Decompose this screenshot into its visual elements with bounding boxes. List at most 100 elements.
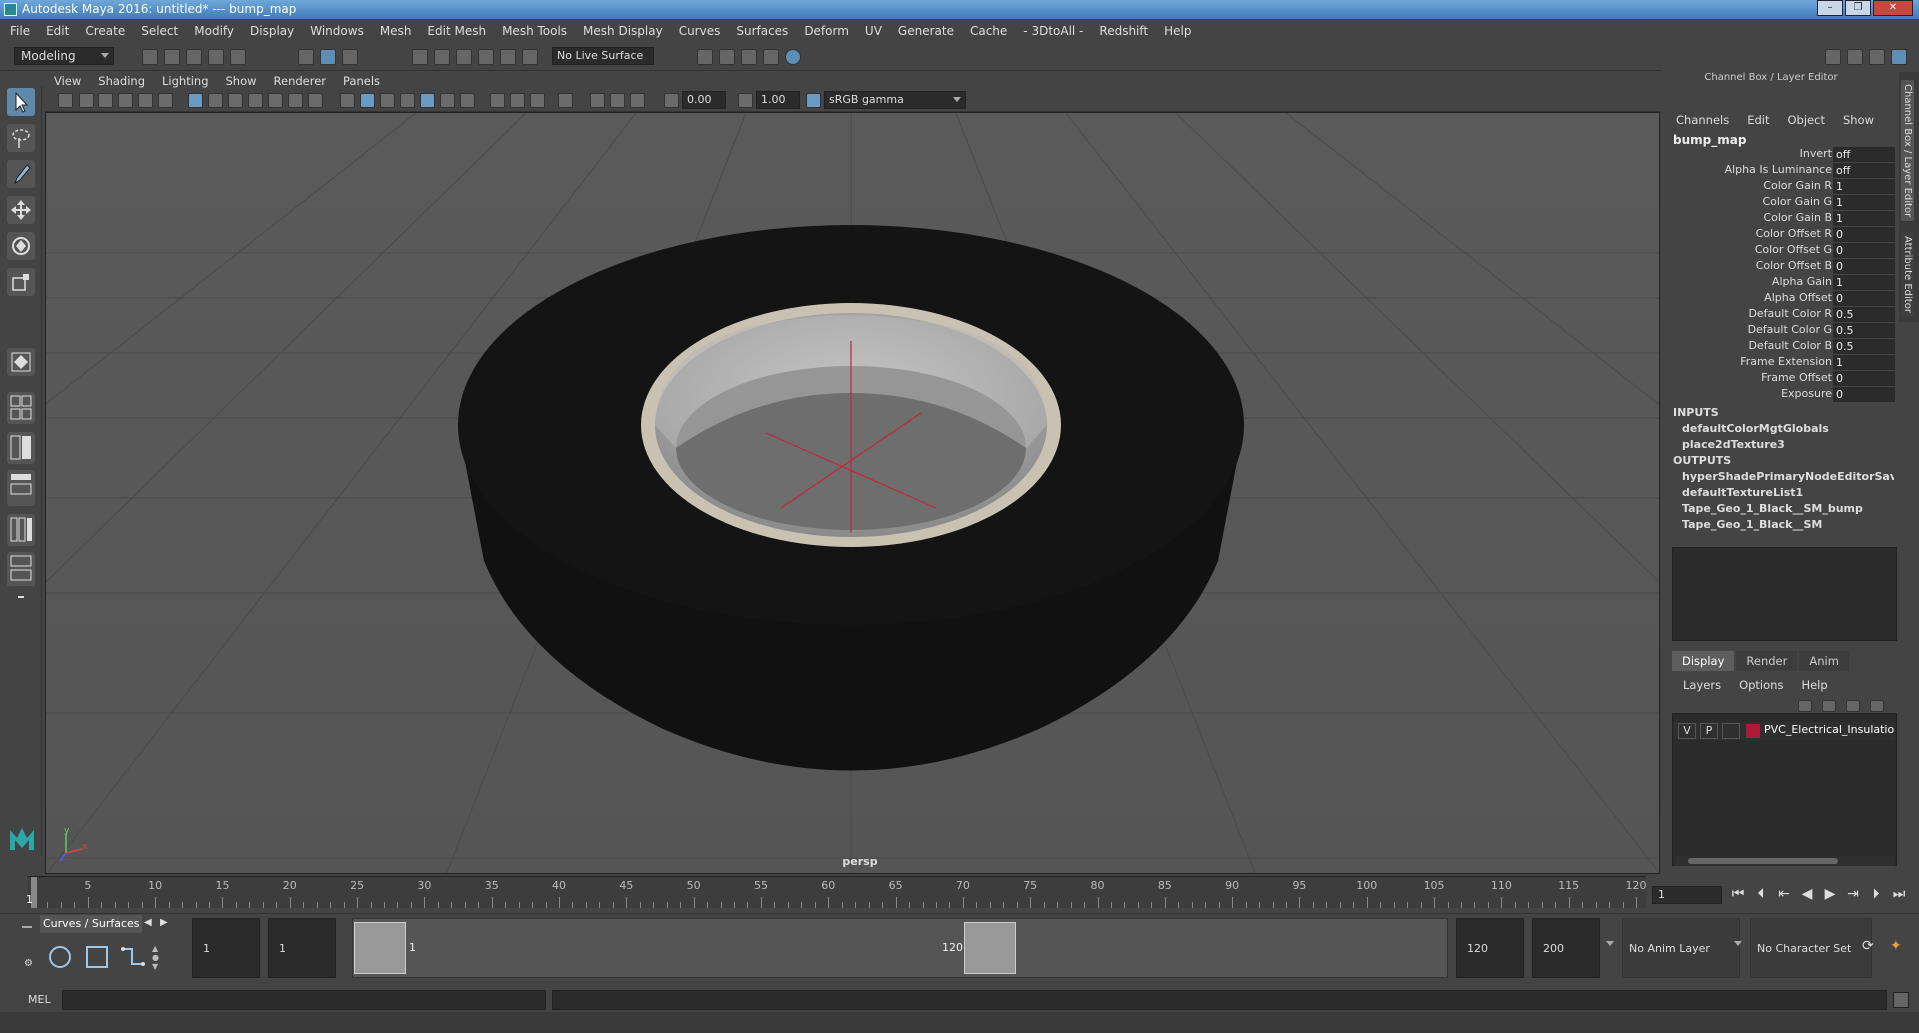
redo-icon[interactable] <box>230 49 246 65</box>
layout-three-view-icon[interactable] <box>7 514 35 546</box>
default-lighting-icon[interactable] <box>380 93 395 108</box>
cb-menu-channels[interactable]: Channels <box>1676 113 1729 127</box>
panel-menu-view[interactable]: View <box>54 74 81 88</box>
start-time-field[interactable]: 1 <box>192 918 260 978</box>
range-end-handle[interactable] <box>964 922 1016 974</box>
attr-value[interactable]: 0.5 <box>1833 323 1895 338</box>
input-node[interactable]: defaultColorMgtGlobals <box>1682 422 1894 435</box>
attribute-editor-toggle-icon[interactable] <box>1847 49 1863 65</box>
tool-settings-toggle-icon[interactable] <box>1869 49 1885 65</box>
input-node[interactable]: place2dTexture3 <box>1682 438 1894 451</box>
menu-deform[interactable]: Deform <box>804 24 849 38</box>
tab-display[interactable]: Display <box>1672 651 1735 671</box>
select-component-icon[interactable] <box>342 49 358 65</box>
attr-row[interactable]: Alpha Offset 0 <box>1661 291 1901 307</box>
layout-two-view-icon[interactable] <box>7 432 35 464</box>
layer-playback-toggle[interactable]: P <box>1700 723 1718 739</box>
layer-list-scrollbar[interactable] <box>1674 856 1895 866</box>
tab-anim[interactable]: Anim <box>1799 651 1849 671</box>
close-button[interactable]: ✕ <box>1873 0 1913 16</box>
attr-row[interactable]: Color Gain R1 <box>1661 179 1901 195</box>
textured-icon[interactable] <box>420 93 435 108</box>
layer-menu-layers[interactable]: Layers <box>1683 678 1721 692</box>
layer-menu-help[interactable]: Help <box>1801 678 1827 692</box>
attr-value[interactable]: off <box>1833 163 1895 178</box>
go-to-start-icon[interactable]: ⏮ <box>1728 886 1748 902</box>
attr-value[interactable]: off <box>1833 147 1895 162</box>
attr-row[interactable]: Color Offset R0 <box>1661 227 1901 243</box>
attr-value[interactable]: 1 <box>1833 355 1895 370</box>
select-object-icon[interactable] <box>320 49 336 65</box>
end-time-field[interactable]: 200 <box>1532 918 1600 978</box>
scrollbar-thumb[interactable] <box>1688 858 1838 864</box>
output-node[interactable]: Tape_Geo_1_Black__SM_bump <box>1682 502 1894 515</box>
isolate-select-icon[interactable] <box>558 93 573 108</box>
xray-icon[interactable] <box>590 93 605 108</box>
panel-menu-renderer[interactable]: Renderer <box>274 74 327 88</box>
move-layer-down-icon[interactable] <box>1822 700 1836 712</box>
gate-mask-icon[interactable] <box>248 93 263 108</box>
attr-value[interactable]: 0.5 <box>1833 307 1895 322</box>
attr-value[interactable]: 0 <box>1833 291 1895 306</box>
image-plane-icon[interactable] <box>118 93 133 108</box>
command-language-label[interactable]: MEL <box>28 993 51 1006</box>
character-set-select[interactable]: No Character Set <box>1750 918 1872 978</box>
step-back-frame-icon[interactable]: ⏴ <box>1751 886 1771 902</box>
render-view-icon[interactable] <box>697 49 713 65</box>
layer-color-swatch[interactable] <box>1746 724 1760 738</box>
menu-mesh[interactable]: Mesh <box>380 24 412 38</box>
layer-name[interactable]: PVC_Electrical_Insulation <box>1764 723 1894 736</box>
attr-row[interactable]: Alpha Is Luminance off <box>1661 163 1901 179</box>
toolbox-collapse-icon[interactable] <box>7 586 35 608</box>
new-layer-from-selected-icon[interactable] <box>1870 700 1884 712</box>
attr-row[interactable]: Default Color R 0.5 <box>1661 307 1901 323</box>
snap-surface-icon[interactable] <box>500 49 516 65</box>
time-slider[interactable]: 5 10 15 20 25 30 35 40 45 50 55 60 65 70 75 80 85 90 95 100… <box>28 876 1647 908</box>
node-name[interactable]: bump_map <box>1673 133 1746 147</box>
attr-row[interactable]: Exposure 0 <box>1661 387 1901 403</box>
shadows-icon[interactable] <box>460 93 475 108</box>
shelf-scroll-left-icon[interactable]: ◀ <box>144 917 152 928</box>
xray-joints-icon[interactable] <box>630 93 645 108</box>
rotate-tool-icon[interactable] <box>7 232 35 260</box>
attr-row[interactable]: Default Color B 0.5 <box>1661 339 1901 355</box>
snap-point-icon[interactable] <box>456 49 472 65</box>
layer-row[interactable]: V P PVC_Electrical_Insulation <box>1674 722 1895 740</box>
outputs-header[interactable]: OUTPUTS <box>1673 454 1731 467</box>
panel-menu-panels[interactable]: Panels <box>343 74 380 88</box>
attr-value[interactable]: 0 <box>1833 387 1895 402</box>
panel-menu-shading[interactable]: Shading <box>98 74 145 88</box>
resolution-gate-icon[interactable] <box>228 93 243 108</box>
menu-mesh-tools[interactable]: Mesh Tools <box>502 24 567 38</box>
tab-attribute-editor[interactable]: Attribute Editor <box>1901 232 1914 317</box>
attr-value[interactable]: 1 <box>1833 195 1895 210</box>
maximize-button[interactable]: ❐ <box>1845 0 1871 16</box>
paint-select-tool-icon[interactable] <box>7 160 35 188</box>
menu-curves[interactable]: Curves <box>679 24 721 38</box>
exposure-icon[interactable] <box>664 93 679 108</box>
select-tool-icon[interactable] <box>7 88 35 116</box>
move-tool-icon[interactable] <box>7 196 35 224</box>
layer-display-type[interactable] <box>1722 723 1740 739</box>
range-start-handle[interactable] <box>354 922 406 974</box>
field-chart-icon[interactable] <box>268 93 283 108</box>
menu-surfaces[interactable]: Surfaces <box>736 24 788 38</box>
layer-visibility-toggle[interactable]: V <box>1678 723 1696 739</box>
shelf-menu-icon[interactable] <box>22 926 32 928</box>
animation-preferences-icon[interactable]: ✦ <box>1890 938 1902 954</box>
lasso-tool-icon[interactable] <box>7 124 35 152</box>
grid-icon[interactable] <box>188 93 203 108</box>
grease-pencil-icon[interactable] <box>158 93 173 108</box>
menu-mesh-display[interactable]: Mesh Display <box>583 24 663 38</box>
menu-3dtoall[interactable]: - 3DtoAll - <box>1023 24 1083 38</box>
play-backwards-icon[interactable]: ◀ <box>1797 886 1817 902</box>
menu-redshift[interactable]: Redshift <box>1099 24 1148 38</box>
screen-space-ao-icon[interactable] <box>490 93 505 108</box>
output-node[interactable]: defaultTextureList1 <box>1682 486 1894 499</box>
film-gate-icon[interactable] <box>208 93 223 108</box>
attr-value[interactable]: 0.5 <box>1833 339 1895 354</box>
multisample-aa-icon[interactable] <box>530 93 545 108</box>
view-transform-select[interactable]: sRGB gamma <box>824 91 966 109</box>
chevron-down-icon[interactable] <box>1606 941 1614 946</box>
menu-file[interactable]: File <box>10 24 30 38</box>
